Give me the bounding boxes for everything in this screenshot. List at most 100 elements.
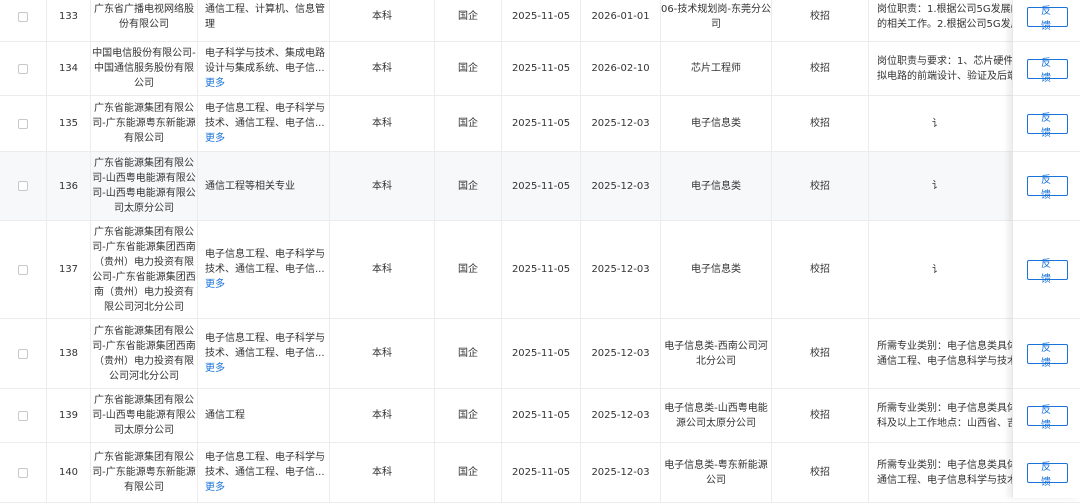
more-link[interactable]: 更多 (205, 133, 225, 144)
row-select-cell (0, 152, 47, 220)
company-name: 广东省能源集团有限公司-广东能源粤东新能源有限公司 (91, 443, 198, 502)
row-number: 134 (47, 42, 91, 95)
feedback-button[interactable]: 反 馈 (1026, 259, 1068, 285)
majors-text: 通信工程 (205, 408, 245, 423)
education-level: 本科 (330, 319, 435, 388)
row-checkbox[interactable] (18, 264, 28, 275)
company-nature: 国企 (435, 42, 502, 95)
row-number: 133 (47, 0, 91, 41)
job-description: 讠 (869, 152, 1012, 220)
feedback-button[interactable]: 反 馈 (1026, 6, 1068, 32)
job-description: 讠 (869, 221, 1012, 318)
company-nature: 国企 (435, 319, 502, 388)
publish-date: 2025-11-05 (502, 42, 581, 95)
row-number: 140 (47, 443, 91, 502)
recruit-type: 校招 (772, 443, 869, 502)
row-number: 139 (47, 389, 91, 442)
majors-cell: 电子信息工程、电子科学与技术、通信工程、电子信... 更多 (198, 221, 330, 318)
company-nature: 国企 (435, 221, 502, 318)
row-checkbox[interactable] (18, 181, 28, 191)
description-stub: 讠 (932, 180, 942, 192)
table-row: 133 广东省广播电视网络股份有限公司 通信工程、计算机、信息管理 本科 国企 2025-… (0, 0, 1080, 42)
recruit-type: 校招 (772, 221, 869, 318)
company-nature: 国企 (435, 152, 502, 220)
feedback-button[interactable]: 反 馈 (1026, 58, 1068, 84)
row-checkbox[interactable] (18, 11, 28, 22)
education-level: 本科 (330, 152, 435, 220)
publish-date: 2025-11-05 (502, 319, 581, 388)
majors-text: 通信工程等相关专业 (205, 179, 295, 194)
deadline-date: 2026-02-10 (581, 42, 661, 95)
action-cell: 反 馈 (1013, 152, 1080, 221)
company-nature: 国企 (435, 443, 502, 502)
description-line: 通信工程、电子信息科学与技术、 (877, 355, 1012, 367)
row-select-cell (0, 96, 47, 151)
position-name: 电子信息类-西南公司河北分公司 (661, 319, 772, 388)
majors-text: 电子信息工程、电子科学与技术、通信工程、电子信... 更多 (205, 450, 329, 495)
deadline-date: 2025-12-03 (581, 319, 661, 388)
more-link[interactable]: 更多 (205, 482, 225, 493)
deadline-date: 2026-01-01 (581, 0, 661, 41)
description-line: 岗位职责：1.根据公司5G发展的相 (877, 3, 1012, 15)
majors-cell: 电子信息工程、电子科学与技术、通信工程、电子信... 更多 (198, 96, 330, 151)
row-checkbox[interactable] (18, 348, 28, 359)
majors-value: 电子信息工程、电子科学与技术、通信工程、电子信... (205, 333, 325, 359)
table-row: 137 广东省能源集团有限公司-广东省能源集团西南（贵州）电力投资有限公司-广东省… (0, 221, 1080, 319)
majors-cell: 电子信息工程、电子科学与技术、通信工程、电子信... 更多 (198, 443, 330, 502)
majors-value: 电子信息工程、电子科学与技术、通信工程、电子信... (205, 103, 325, 129)
majors-cell: 通信工程 (198, 389, 330, 442)
job-description: 所需专业类别：电子信息类具体专 通信工程、电子信息科学与技术、 (869, 319, 1012, 388)
action-cell: 反 馈 (1013, 221, 1080, 319)
majors-value: 通信工程、计算机、信息管理 (205, 3, 325, 30)
job-description: 岗位职责与要求：1、芯片硬件设 拟电路的前端设计、验证及后端物 (869, 42, 1012, 95)
recruit-type: 校招 (772, 319, 869, 388)
majors-value: 电子信息工程、电子科学与技术、通信工程、电子信... (205, 249, 325, 275)
description-stub: 讠 (932, 264, 942, 275)
row-checkbox[interactable] (18, 118, 28, 129)
majors-cell: 通信工程、计算机、信息管理 (198, 0, 330, 41)
job-description: 讠 (869, 96, 1012, 151)
table-row: 139 广东省能源集团有限公司-山西粤电能源有限公司太原分公司 通信工程 本科 国企 20… (0, 389, 1080, 443)
majors-value: 通信工程 (205, 410, 245, 421)
education-level: 本科 (330, 443, 435, 502)
row-select-cell (0, 42, 47, 95)
job-description: 所需专业类别：电子信息类具体专 通信工程、电子信息科学与技术、 (869, 443, 1012, 502)
majors-text: 电子信息工程、电子科学与技术、通信工程、电子信... 更多 (205, 101, 329, 146)
position-name: 芯片工程师 (661, 42, 772, 95)
recruit-type: 校招 (772, 42, 869, 95)
position-name: 06-技术规划岗-东莞分公司 (661, 0, 772, 41)
table-row: 134 中国电信股份有限公司-中国通信服务股份有限公司 电子科学与技术、集成电路设计… (0, 42, 1080, 96)
deadline-date: 2025-12-03 (581, 389, 661, 442)
row-checkbox[interactable] (18, 63, 28, 74)
more-link[interactable]: 更多 (205, 363, 225, 374)
publish-date: 2025-11-05 (502, 152, 581, 220)
row-checkbox[interactable] (18, 467, 28, 478)
feedback-button[interactable]: 反 馈 (1026, 462, 1068, 488)
education-level: 本科 (330, 221, 435, 318)
more-link[interactable]: 更多 (205, 78, 225, 89)
feedback-button[interactable]: 反 馈 (1026, 113, 1068, 139)
deadline-date: 2025-12-03 (581, 96, 661, 151)
action-cell: 反 馈 (1013, 319, 1080, 389)
row-select-cell (0, 0, 47, 41)
feedback-button[interactable]: 反 馈 (1026, 343, 1068, 369)
feedback-button[interactable]: 反 馈 (1026, 175, 1068, 201)
company-name: 广东省广播电视网络股份有限公司 (91, 0, 198, 41)
recruit-type: 校招 (772, 389, 869, 442)
publish-date: 2025-11-05 (502, 0, 581, 41)
row-checkbox[interactable] (18, 410, 28, 421)
majors-text: 电子信息工程、电子科学与技术、通信工程、电子信... 更多 (205, 331, 329, 376)
majors-cell: 通信工程等相关专业 (198, 152, 330, 220)
description-line: 拟电路的前端设计、验证及后端物 (877, 70, 1012, 82)
row-number: 136 (47, 152, 91, 220)
description-line: 岗位职责与要求：1、芯片硬件设 (877, 55, 1012, 67)
more-link[interactable]: 更多 (205, 279, 225, 290)
company-name: 广东省能源集团有限公司-山西粤电能源有限公司-山西粤电能源有限公司太原分公司 (91, 152, 198, 220)
company-name: 广东省能源集团有限公司-广东省能源集团西南（贵州）电力投资有限公司-广东省能源集… (91, 221, 198, 318)
position-name: 电子信息类-粤东新能源公司 (661, 443, 772, 502)
education-level: 本科 (330, 0, 435, 41)
company-name: 广东省能源集团有限公司-广东能源粤东新能源有限公司 (91, 96, 198, 151)
position-name: 电子信息类 (661, 221, 772, 318)
description-line: 所需专业类别：电子信息类具体专 (877, 459, 1012, 471)
feedback-button[interactable]: 反 馈 (1026, 405, 1068, 431)
